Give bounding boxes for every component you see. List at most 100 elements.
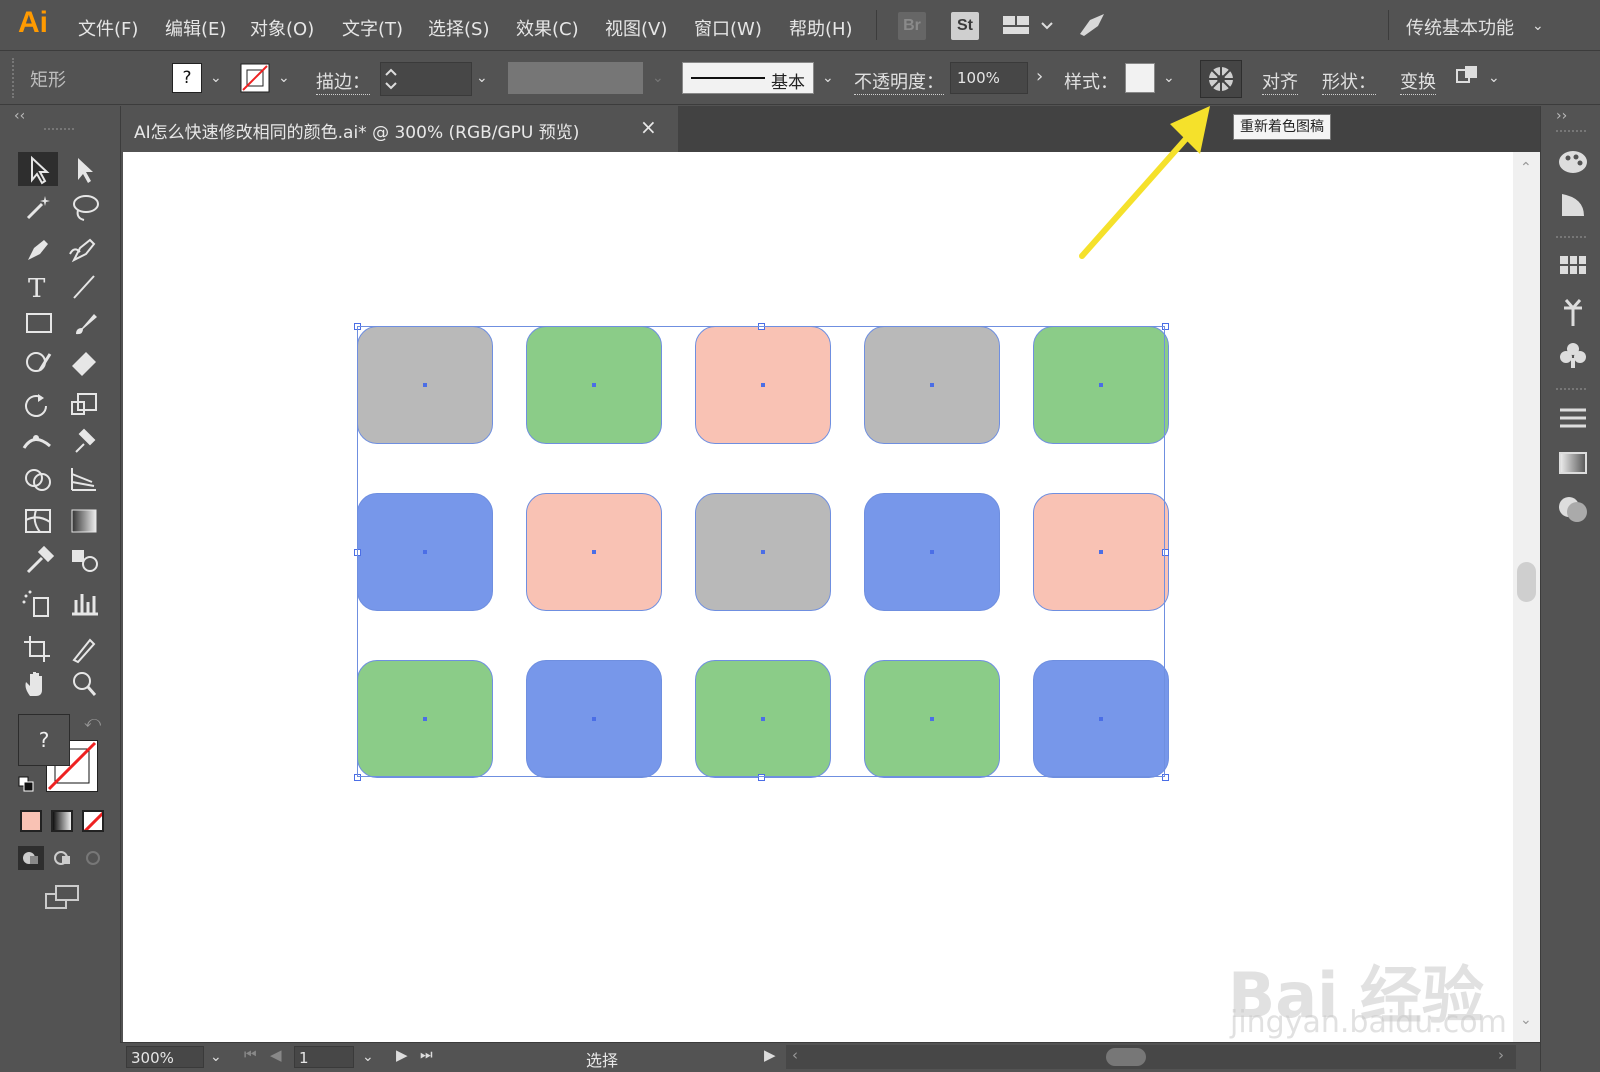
menu-window[interactable]: 窗口(W) [694,15,762,41]
stroke-swatch[interactable] [240,63,270,97]
width-tool[interactable] [18,424,58,458]
panel-grip-2[interactable] [1556,236,1586,238]
eraser-tool[interactable] [64,344,104,378]
direct-selection-tool[interactable] [64,152,104,186]
line-segment-tool[interactable] [64,270,104,304]
horizontal-scrollbar[interactable]: ‹ › [786,1045,1516,1069]
stock-button[interactable]: St [951,12,979,40]
fill-dropdown-chevron-icon[interactable]: ⌄ [210,70,222,86]
align-label[interactable]: 对齐 [1262,68,1298,95]
scroll-up-icon[interactable]: ⌃ [1520,160,1532,176]
type-tool[interactable]: T [18,270,58,304]
none-mode-button[interactable] [82,810,104,832]
stroke-panel-icon[interactable] [1556,404,1590,436]
artboard-canvas[interactable] [123,152,1513,1042]
rotate-tool[interactable] [18,388,58,422]
menu-edit[interactable]: 编辑(E) [165,15,226,41]
scroll-down-icon[interactable]: ⌄ [1520,1012,1532,1028]
variable-width-profile[interactable] [508,62,643,94]
tools-grip[interactable] [44,128,74,134]
panel-menu-chevron-icon[interactable]: ⌄ [1488,70,1500,86]
brushes-panel-icon[interactable] [1556,294,1590,332]
isolate-icon[interactable] [1454,64,1480,94]
transparency-panel-icon[interactable] [1556,494,1590,528]
arrange-documents-icon[interactable] [1002,14,1058,42]
curvature-tool[interactable] [64,232,104,266]
document-tab[interactable]: AI怎么快速修改相同的颜色.ai* @ 300% (RGB/GPU 预览) × [120,106,678,152]
shape-builder-tool[interactable] [18,462,58,496]
menu-select[interactable]: 选择(S) [428,15,489,41]
menu-type[interactable]: 文字(T) [342,15,403,41]
shaper-tool[interactable] [18,344,58,378]
chevron-down-icon[interactable]: ⌄ [1532,18,1544,34]
panel-grip[interactable] [1556,130,1586,132]
change-screen-mode-icon[interactable] [44,884,80,916]
pen-tool[interactable] [18,232,58,266]
selection-bounding-box[interactable] [357,326,1165,777]
next-artboard-icon[interactable]: ▶ [396,1046,408,1064]
variable-width-chevron-icon[interactable]: ⌄ [652,70,664,86]
paintbrush-tool[interactable] [64,306,104,340]
vertical-scroll-thumb[interactable] [1517,562,1536,602]
zoom-chevron-icon[interactable]: ⌄ [210,1049,222,1065]
default-colors-icon[interactable] [18,776,34,796]
hand-tool[interactable] [18,666,58,700]
symbols-panel-icon[interactable] [1556,340,1590,374]
artboard-tool[interactable] [18,630,58,664]
zoom-tool[interactable] [64,666,104,700]
zoom-level-field[interactable]: 300% [126,1046,204,1068]
style-chevron-icon[interactable]: ⌄ [1163,70,1175,86]
stroke-label[interactable]: 描边： [316,68,370,95]
collapse-panels-icon[interactable]: ›› [1556,108,1567,124]
draw-inside-button[interactable] [82,846,108,874]
first-artboard-icon[interactable]: ⏮ [244,1047,257,1063]
gradient-panel-icon[interactable] [1556,450,1590,480]
menu-view[interactable]: 视图(V) [605,15,667,41]
gradient-tool[interactable] [64,504,104,538]
draw-behind-button[interactable] [50,846,76,874]
rectangle-tool[interactable] [18,306,58,340]
opacity-label[interactable]: 不透明度： [854,68,944,95]
color-guide-icon[interactable] [1556,190,1590,224]
current-tool-status[interactable]: 选择 [586,1047,618,1071]
previous-artboard-icon[interactable]: ◀ [270,1046,282,1064]
vertical-scrollbar[interactable]: ⌃ ⌄ [1513,152,1540,1042]
color-mode-button[interactable] [20,810,42,832]
stroke-weight-chevron-icon[interactable]: ⌄ [476,70,488,86]
magic-wand-tool[interactable] [18,190,58,224]
brush-chevron-icon[interactable]: ⌄ [822,70,834,86]
status-menu-arrow-icon[interactable]: ▶ [764,1046,776,1064]
panel-grip-3[interactable] [1556,388,1586,390]
symbol-sprayer-tool[interactable] [18,586,58,620]
horizontal-scroll-thumb[interactable] [1106,1048,1146,1066]
menu-file[interactable]: 文件(F) [78,15,138,41]
slice-tool[interactable] [64,630,104,664]
graphic-style-swatch[interactable] [1125,63,1155,93]
collapse-tools-icon[interactable]: ‹‹ [14,108,25,124]
puppet-warp-tool[interactable] [64,424,104,458]
fill-swatch[interactable]: ? [172,63,202,93]
mesh-tool[interactable] [18,504,58,538]
blend-tool[interactable] [64,542,104,576]
lasso-tool[interactable] [64,190,104,224]
artboard-number-field[interactable]: 1 [294,1046,354,1068]
transform-label[interactable]: 变换 [1400,68,1436,95]
stroke-weight-stepper-icon[interactable] [381,63,401,95]
menu-effect[interactable]: 效果(C) [516,15,579,41]
bridge-button[interactable]: Br [898,12,926,40]
control-bar-grip[interactable] [12,58,17,98]
menu-help[interactable]: 帮助(H) [789,15,853,41]
color-panel-icon[interactable] [1556,146,1590,180]
stroke-weight-input[interactable] [380,62,472,96]
stroke-dropdown-chevron-icon[interactable]: ⌄ [278,70,290,86]
recolor-artwork-button[interactable] [1200,60,1242,98]
artboard-chevron-icon[interactable]: ⌄ [362,1049,374,1065]
swatches-panel-icon[interactable] [1556,252,1590,282]
perspective-grid-tool[interactable] [64,462,104,496]
menu-object[interactable]: 对象(O) [250,15,314,41]
opacity-input[interactable]: 100% [950,62,1028,94]
shape-label[interactable]: 形状： [1322,68,1376,95]
gradient-mode-button[interactable] [51,810,73,832]
scroll-left-icon[interactable]: ‹ [792,1046,798,1064]
gpu-performance-icon[interactable] [1076,10,1108,44]
